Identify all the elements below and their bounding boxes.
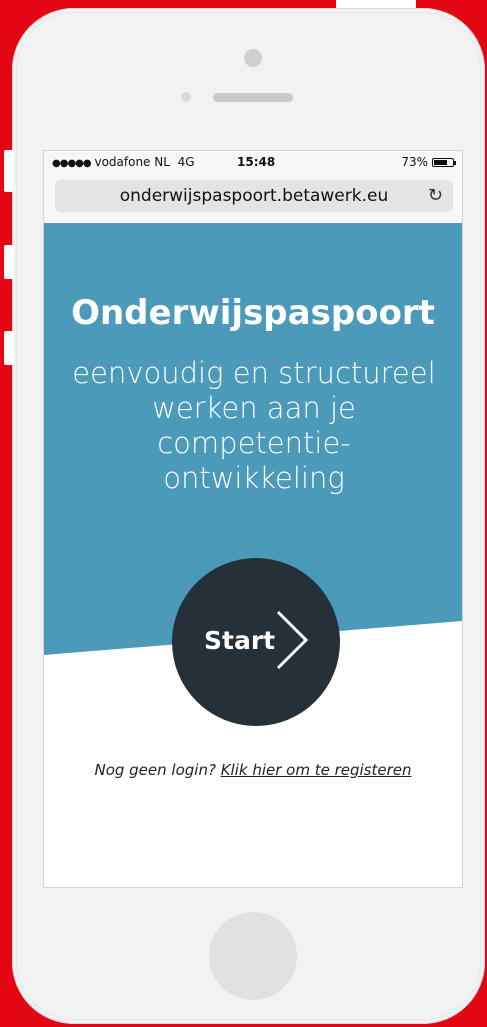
hero-title: Onderwijspaspoort xyxy=(71,293,435,333)
proximity-sensor xyxy=(181,92,191,102)
register-question: Nog geen login? xyxy=(94,761,216,779)
battery-level xyxy=(434,159,447,165)
carrier-info: ●●●●● vodafone NL 4G xyxy=(52,155,195,169)
status-bar: ●●●●● vodafone NL 4G 15:48 73% xyxy=(44,151,462,173)
start-button[interactable]: Start xyxy=(172,558,340,726)
network-type: 4G xyxy=(177,155,195,169)
volume-down-button xyxy=(4,331,14,365)
battery-status: 73% xyxy=(401,155,456,169)
subtitle-line: eenvoudig en structureel xyxy=(72,356,436,390)
hero-subtitle: eenvoudig en structureel werken aan je c… xyxy=(54,356,454,496)
register-prompt: Nog geen login? Klik hier om te register… xyxy=(44,761,462,779)
battery-percentage: 73% xyxy=(401,155,428,169)
browser-toolbar: onderwijspaspoort.betawerk.eu ↻ xyxy=(44,173,462,224)
subtitle-line: werken aan je competentie- xyxy=(152,391,356,460)
subtitle-line: ontwikkeling xyxy=(163,461,345,495)
battery-icon xyxy=(432,157,456,167)
volume-up-button xyxy=(4,245,14,279)
front-camera xyxy=(244,49,262,67)
register-link[interactable]: Klik hier om te registeren xyxy=(221,761,412,779)
signal-strength-icon: ●●●●● xyxy=(52,158,92,169)
earpiece-speaker xyxy=(213,93,293,102)
home-button[interactable] xyxy=(209,912,297,1000)
reload-icon[interactable]: ↻ xyxy=(428,180,443,212)
chevron-right-icon xyxy=(276,610,309,670)
carrier-name: vodafone NL xyxy=(94,155,170,169)
start-button-label: Start xyxy=(204,626,276,655)
mute-switch xyxy=(4,150,14,192)
url-text: onderwijspaspoort.betawerk.eu xyxy=(119,186,389,206)
status-time: 15:48 xyxy=(237,155,276,169)
address-bar[interactable]: onderwijspaspoort.betawerk.eu ↻ xyxy=(55,180,453,212)
phone-screen: ●●●●● vodafone NL 4G 15:48 73% onderwijs… xyxy=(43,150,463,888)
